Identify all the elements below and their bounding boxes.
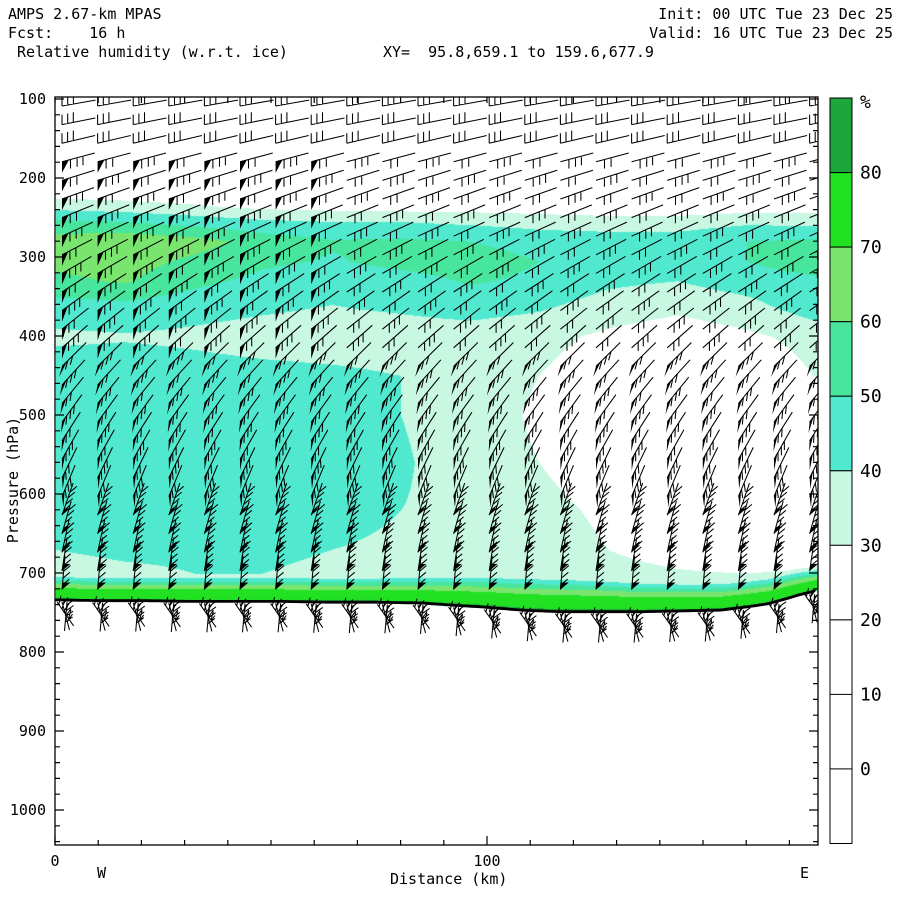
colorbar-tick-label: 60 <box>860 312 882 333</box>
pressure-tick-label: 600 <box>19 485 46 503</box>
distance-axis-title: Distance (km) <box>390 870 508 888</box>
colorbar: % 80 70 60 50 40 30 20 10 0 <box>829 92 882 845</box>
colorbar-title: % <box>860 92 871 113</box>
west-label: W <box>97 864 107 882</box>
colorbar-tick-label: 30 <box>860 535 882 556</box>
plot-overlay-svg: 10020030040050060070080090010000 100%8070… <box>10 90 882 870</box>
colorbar-segment <box>829 321 853 397</box>
colorbar-tick-label: 80 <box>860 163 882 184</box>
colorbar-segment <box>829 97 853 174</box>
colorbar-tick-label: 10 <box>860 684 882 705</box>
colorbar-segment <box>829 172 853 248</box>
colorbar-segment <box>829 395 853 472</box>
east-label: E <box>800 864 810 882</box>
amps-cross-section-page: AMPS 2.67-km MPAS Fcst: 16 h Relative hu… <box>0 0 900 900</box>
colorbar-tick-label: 50 <box>860 386 882 407</box>
pressure-tick-label: 1000 <box>10 801 46 819</box>
colorbar-tick-label: 0 <box>860 759 871 780</box>
colorbar-segment <box>829 544 853 621</box>
wind-barbs-layer <box>56 97 818 643</box>
pressure-tick-label: 500 <box>19 406 46 424</box>
plot-axes: 100 200 300 400 500 600 700 800 900 1000 0 100 <box>10 90 819 870</box>
colorbar-segment <box>829 619 853 696</box>
colorbar-segment <box>829 246 853 323</box>
pressure-tick-label: 200 <box>19 169 46 187</box>
pressure-tick-label: 900 <box>19 722 46 740</box>
colorbar-tick-label: 20 <box>860 610 882 631</box>
pressure-tick-label: 700 <box>19 564 46 582</box>
colorbar-tick-label: 70 <box>860 237 882 258</box>
pressure-tick-label: 400 <box>19 327 46 345</box>
colorbar-segment <box>829 470 853 546</box>
colorbar-segment <box>829 693 853 770</box>
colorbar-segment <box>829 768 853 845</box>
distance-tick-label: 100 <box>473 852 500 870</box>
distance-tick-label: 0 <box>50 852 59 870</box>
pressure-axis-title: Pressure (hPa) <box>4 416 22 544</box>
pressure-tick-label: 800 <box>19 643 46 661</box>
pressure-tick-label: 100 <box>19 90 46 108</box>
colorbar-tick-label: 40 <box>860 461 882 482</box>
pressure-tick-label: 300 <box>19 248 46 266</box>
